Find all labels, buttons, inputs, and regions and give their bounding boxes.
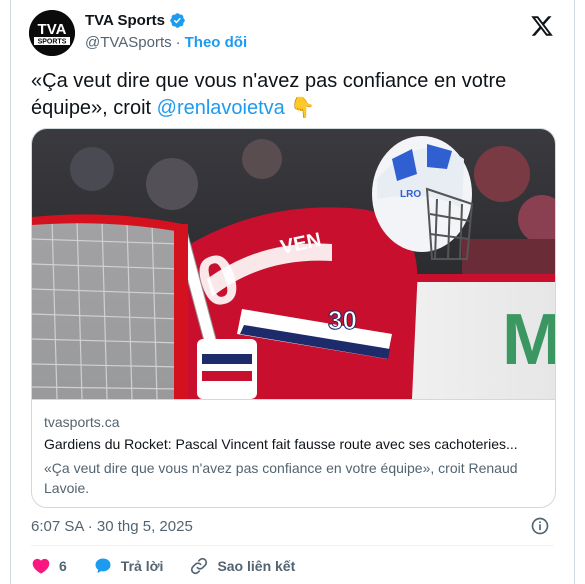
tweet-text: «Ça veut dire que vous n'avez pas confia… bbox=[31, 68, 551, 122]
pointing-down-emoji: 👇 bbox=[290, 97, 316, 119]
reply-bubble-icon bbox=[95, 558, 111, 574]
mention-link[interactable]: @renlavoietva bbox=[157, 97, 285, 119]
tweet-actions: 6 Trả lời Sao liên kết bbox=[31, 556, 321, 576]
follow-button[interactable]: Theo dõi bbox=[185, 34, 248, 51]
copy-link-button[interactable]: Sao liên kết bbox=[189, 556, 295, 576]
handle-separator: · bbox=[175, 34, 181, 51]
article-photo[interactable]: M 30 VEN 0 LRO bbox=[32, 129, 556, 399]
info-icon[interactable] bbox=[530, 516, 550, 536]
tweet-timestamp[interactable]: 6:07 SA · 30 thg 5, 2025 bbox=[31, 518, 193, 535]
link-title[interactable]: Gardiens du Rocket: Pascal Vincent fait … bbox=[44, 436, 544, 452]
link-icon bbox=[191, 557, 208, 575]
avatar-line1: TVA bbox=[38, 21, 67, 38]
author-handle-row: @TVASports · Theo dõi bbox=[85, 34, 247, 51]
heart-icon bbox=[32, 558, 50, 574]
like-count: 6 bbox=[59, 558, 67, 574]
tweet-header: TVA SPORTS TVA Sports @TVASports · Theo dõ… bbox=[29, 8, 556, 58]
author-display-name[interactable]: TVA Sports bbox=[85, 12, 165, 29]
avatar[interactable]: TVA SPORTS bbox=[29, 10, 75, 56]
tweet-embed-card: TVA SPORTS TVA Sports @TVASports · Theo dõ… bbox=[10, 0, 575, 584]
action-divider bbox=[31, 545, 554, 546]
link-preview-card[interactable]: M 30 VEN 0 LRO tvasports.ca Gardiens du … bbox=[31, 128, 556, 508]
reply-label: Trả lời bbox=[120, 558, 164, 574]
link-description: «Ça veut dire que vous n'avez pas confia… bbox=[44, 460, 518, 496]
verified-badge-icon bbox=[170, 13, 185, 28]
x-logo-icon[interactable] bbox=[530, 14, 554, 38]
link-domain: tvasports.ca bbox=[44, 414, 120, 430]
mask-letters: LRO bbox=[400, 189, 421, 200]
hockey-goalie-photo: M 30 VEN 0 LRO bbox=[32, 129, 556, 399]
copy-link-label: Sao liên kết bbox=[217, 558, 296, 574]
author-name-row: TVA Sports bbox=[85, 12, 186, 29]
link-card-info[interactable]: tvasports.ca Gardiens du Rocket: Pascal … bbox=[32, 399, 555, 507]
jersey-number: 30 bbox=[328, 305, 357, 335]
author-handle[interactable]: @TVASports bbox=[85, 34, 172, 51]
avatar-line2: SPORTS bbox=[38, 39, 67, 46]
like-button[interactable]: 6 bbox=[31, 556, 67, 576]
reply-button[interactable]: Trả lời bbox=[93, 556, 164, 576]
tva-sports-logo-icon: TVA SPORTS bbox=[29, 10, 75, 56]
svg-text:M: M bbox=[502, 300, 556, 380]
